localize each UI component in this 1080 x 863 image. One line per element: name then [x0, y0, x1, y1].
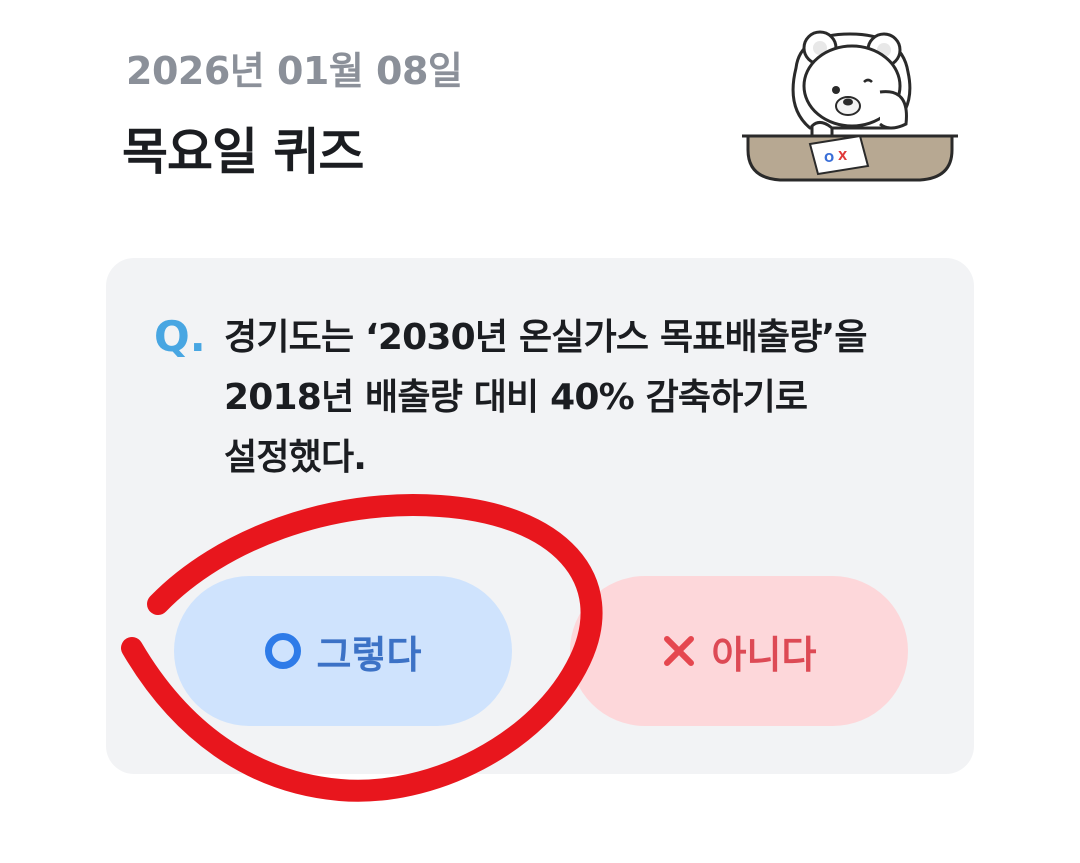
yes-answer-label: 그렇다	[316, 632, 422, 677]
yes-answer-button[interactable]: 그렇다	[174, 576, 512, 726]
quiz-date: 2026년 01월 08일	[126, 49, 463, 93]
page-title: 목요일 퀴즈	[122, 123, 364, 181]
no-answer-button[interactable]: 아니다	[570, 576, 908, 726]
bear-mascot-illustration: O X	[742, 30, 958, 182]
svg-text:X: X	[838, 149, 848, 163]
no-answer-label: 아니다	[711, 632, 817, 677]
svg-text:O: O	[824, 151, 834, 165]
circle-o-icon	[264, 633, 301, 669]
x-mark-icon	[663, 636, 694, 666]
question-text: 경기도는 ‘2030년 온실가스 목표배출량’을 2018년 배출량 대비 40…	[224, 317, 868, 478]
question-label: Q.	[154, 312, 206, 361]
